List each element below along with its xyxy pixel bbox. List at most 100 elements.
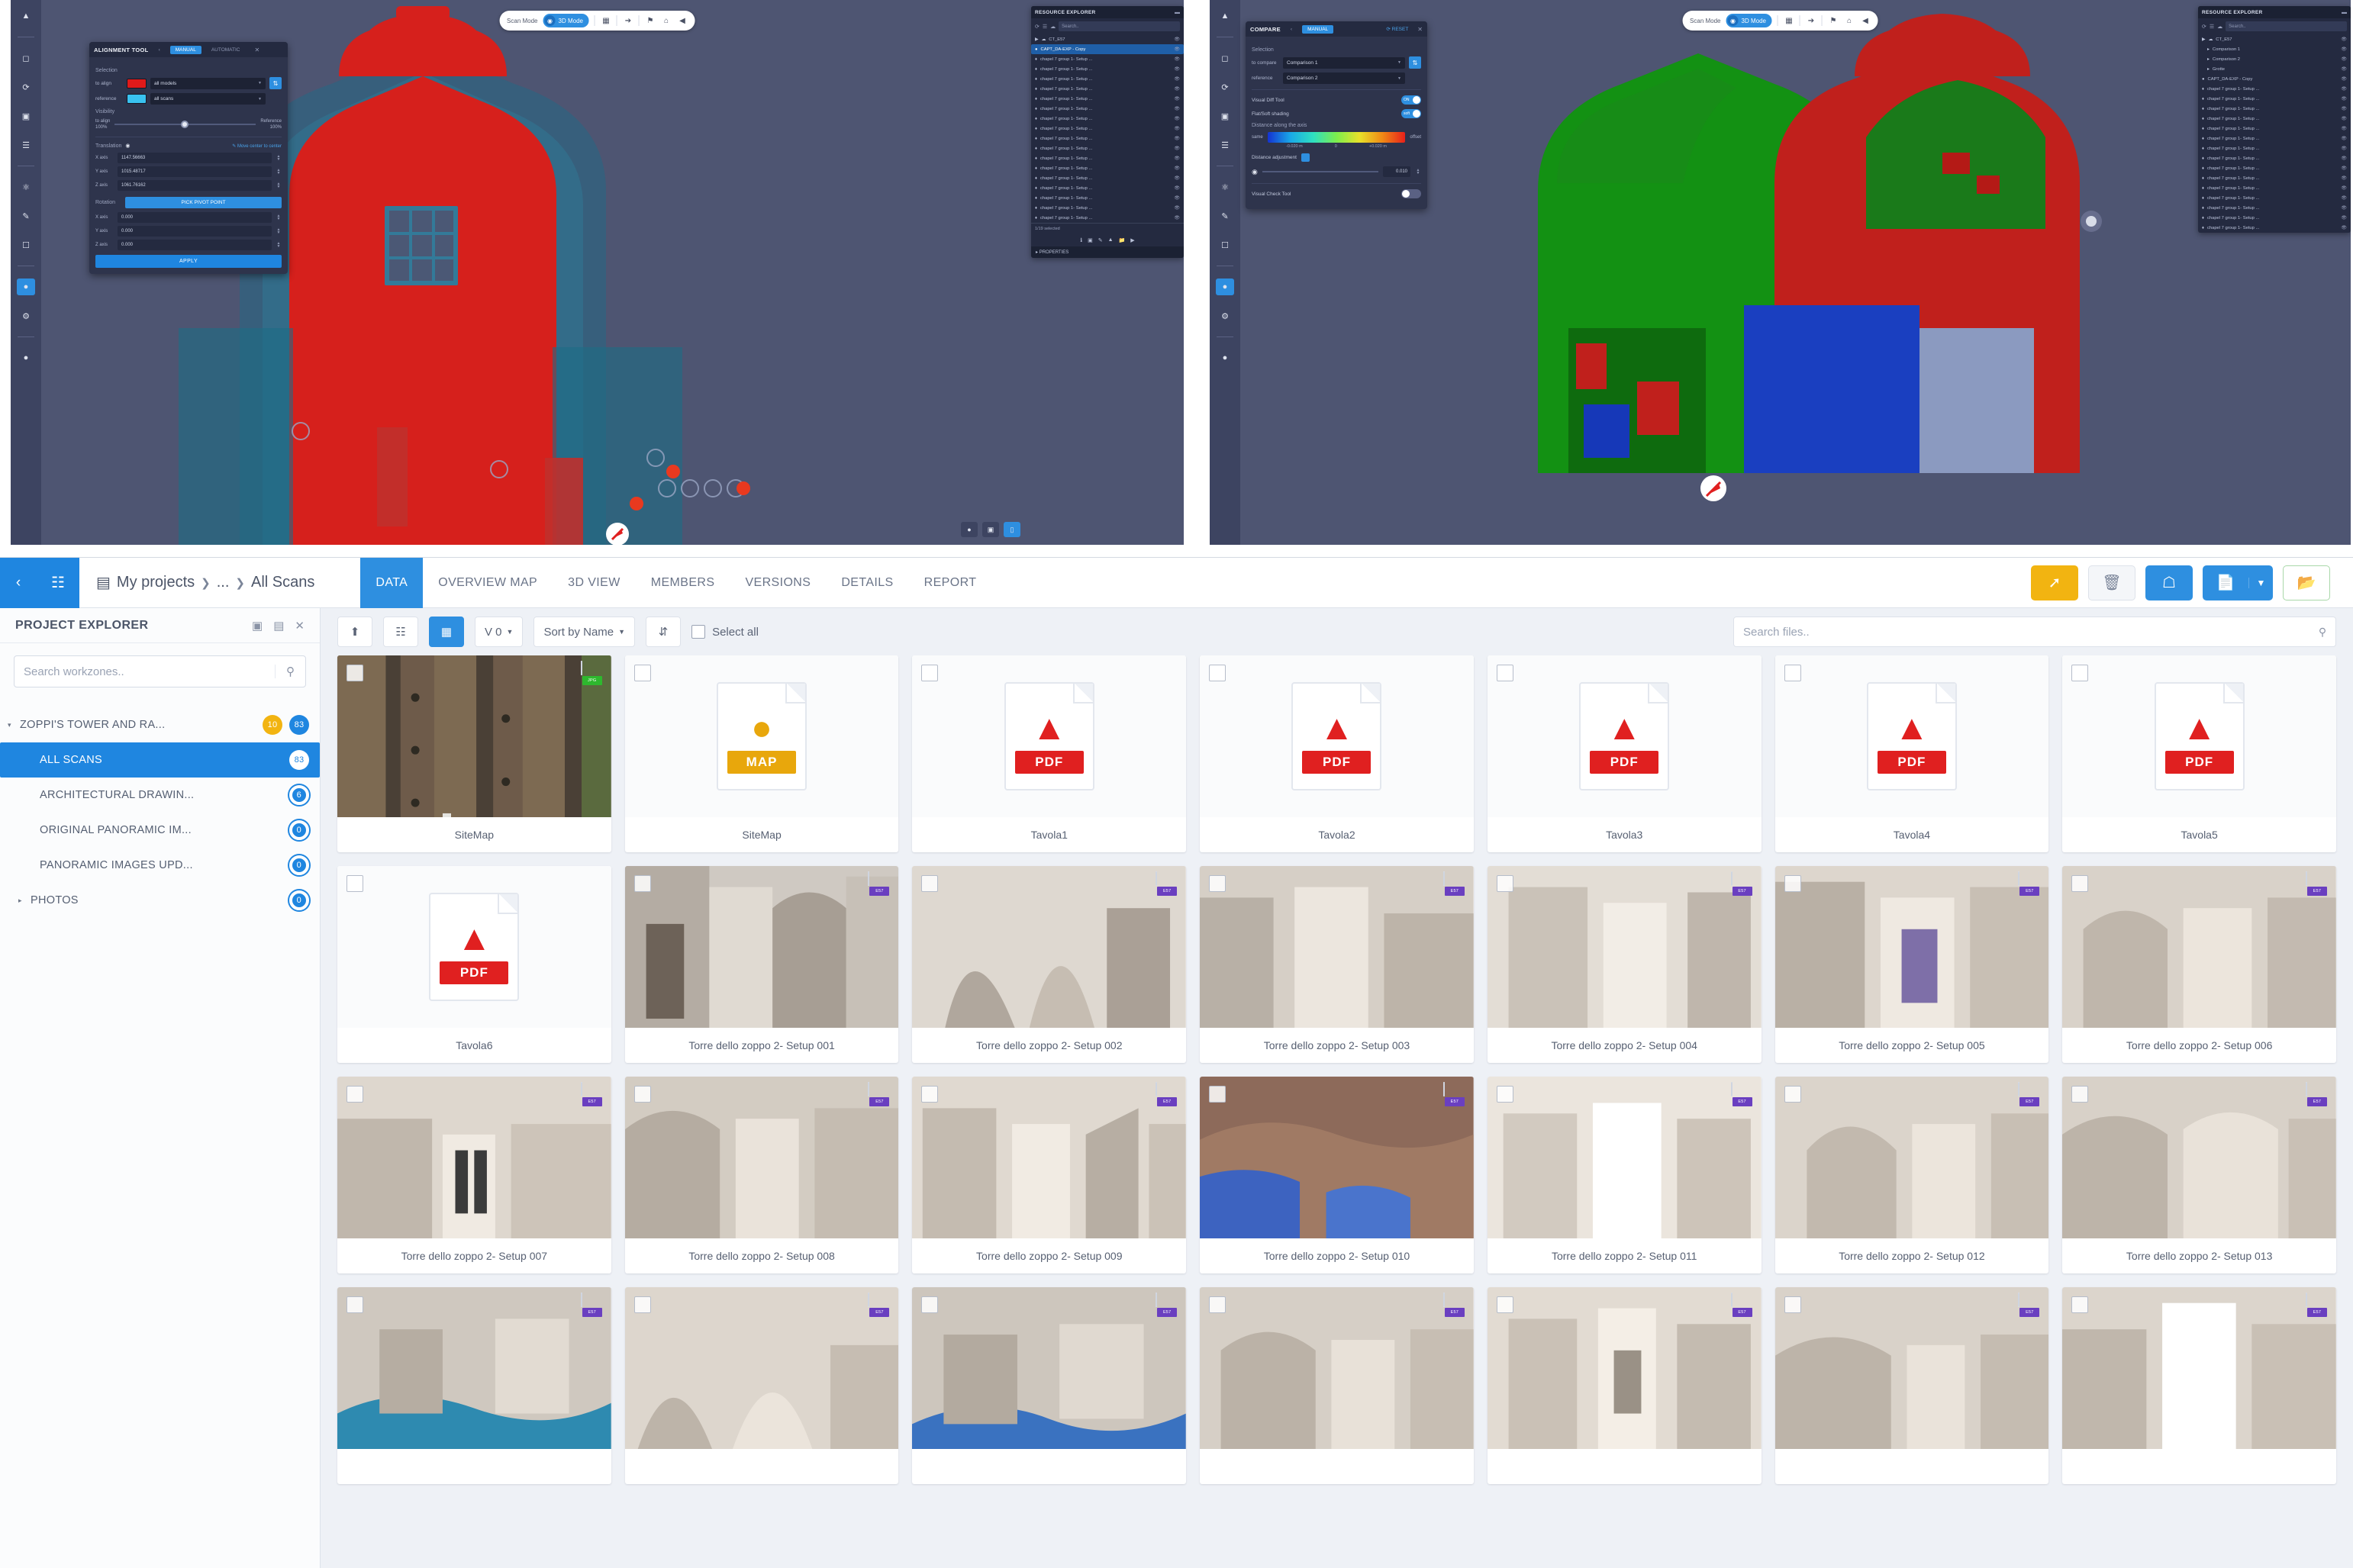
tab-report[interactable]: REPORT bbox=[909, 558, 992, 608]
eye-icon[interactable]: 👁 bbox=[1174, 66, 1180, 72]
flat-soft-toggle[interactable]: soft bbox=[1401, 109, 1421, 118]
resource-item[interactable]: ♦chapel 7 group 1- Setup ...👁 bbox=[2198, 213, 2351, 223]
file-thumbnail[interactable]: ▲ PDF bbox=[2062, 655, 2336, 817]
resource-item[interactable]: ♦chapel 7 group 1- Setup ...👁 bbox=[2198, 223, 2351, 233]
apply-button[interactable]: APPLY bbox=[95, 255, 282, 268]
file-card[interactable]: ● MAP SiteMap bbox=[625, 655, 899, 852]
tab-versions[interactable]: VERSIONS bbox=[730, 558, 826, 608]
file-checkbox[interactable] bbox=[634, 665, 651, 681]
file-card[interactable]: E57 bbox=[912, 1287, 1186, 1484]
workzone-search-input[interactable]: Search workzones.. bbox=[15, 665, 275, 678]
sidebar-item-original-panoramic-images[interactable]: ORIGINAL PANORAMIC IM... 0 bbox=[0, 813, 320, 848]
to-compare-select[interactable]: Comparison 1 ▼ bbox=[1283, 57, 1405, 69]
stepper-icon[interactable]: ▲▼ bbox=[1415, 169, 1421, 175]
mode-toggle[interactable]: ◉ 3D Mode bbox=[543, 14, 589, 27]
eye-icon[interactable]: 👁 bbox=[2341, 47, 2347, 52]
viewport-alignment[interactable]: ▲ ◻ ⟳ ▣ ☰ ⚛ ✎ ☐ ● ⚙ ● Scan Mode ◉ 3D Mod… bbox=[11, 0, 1184, 545]
file-card[interactable]: E57 Torre dello zoppo 2- Setup 006 bbox=[2062, 866, 2336, 1063]
mode-toggle[interactable]: ◉ 3D Mode bbox=[1726, 14, 1772, 27]
file-thumbnail[interactable]: ▲ PDF bbox=[1488, 655, 1762, 817]
measure-tool-icon[interactable]: ✎ bbox=[17, 208, 35, 224]
sidebar-item-photos[interactable]: ▸ PHOTOS 0 bbox=[0, 883, 320, 918]
file-thumbnail[interactable]: ▲ PDF bbox=[912, 655, 1186, 817]
eye-icon[interactable]: 👁 bbox=[2341, 37, 2347, 42]
file-thumbnail[interactable]: JPG bbox=[337, 655, 611, 817]
resource-explorer-right[interactable]: RESOURCE EXPLORER ▬ ⟳ ☰ ☁ Search.. ▶ ☁ C… bbox=[2198, 6, 2351, 233]
file-thumbnail[interactable]: E57 bbox=[2062, 1287, 2336, 1449]
resource-item[interactable]: ♦chapel 7 group 1- Setup ...👁 bbox=[1031, 104, 1184, 114]
resource-item[interactable]: ♦chapel 7 group 1- Setup ...👁 bbox=[1031, 114, 1184, 124]
file-card[interactable]: E57 Torre dello zoppo 2- Setup 007 bbox=[337, 1077, 611, 1273]
resource-item[interactable]: ▸Comparison 2👁 bbox=[2198, 54, 2351, 64]
eye-icon[interactable]: 👁 bbox=[1174, 47, 1180, 52]
eye-icon[interactable]: 👁 bbox=[2341, 156, 2347, 161]
resource-search-row[interactable]: ⟳ ☰ ☁ Search.. bbox=[2198, 18, 2351, 34]
eye-icon[interactable]: 👁 bbox=[2341, 96, 2347, 101]
file-checkbox[interactable] bbox=[1209, 1296, 1226, 1313]
reset-button[interactable]: ⟳ RESET bbox=[1386, 26, 1408, 32]
sort-select[interactable]: Sort by Name ▼ bbox=[533, 617, 635, 647]
swap-selection-button[interactable]: ⇅ bbox=[1409, 56, 1421, 69]
eye-icon[interactable]: 👁 bbox=[1174, 215, 1180, 221]
stepper-icon[interactable]: ▲▼ bbox=[276, 169, 282, 175]
visibility-slider-row[interactable]: to align100% Reference100% bbox=[95, 118, 282, 130]
translation-y-row[interactable]: Y axis 1015.48717 ▲▼ bbox=[95, 166, 282, 177]
eye-icon[interactable]: 👁 bbox=[2341, 86, 2347, 92]
close-icon[interactable]: ✕ bbox=[295, 619, 305, 633]
file-thumbnail[interactable]: E57 bbox=[1488, 1287, 1762, 1449]
file-thumbnail[interactable]: E57 bbox=[1775, 1077, 2049, 1238]
sidebar-item-zoppis-tower[interactable]: ▾ ZOPPI'S TOWER AND RA... 10 83 bbox=[0, 707, 320, 742]
camera-tool-icon[interactable]: ▣ bbox=[1216, 108, 1234, 124]
flat-soft-row[interactable]: Flat/Soft shading soft bbox=[1252, 109, 1421, 118]
resource-tree-root[interactable]: ▶ ☁ CT_E57 👁 bbox=[1031, 34, 1184, 44]
file-checkbox[interactable] bbox=[634, 1296, 651, 1313]
translation-x-input[interactable]: 1147.56663 bbox=[118, 153, 272, 163]
reference-select[interactable]: Comparison 2 ▼ bbox=[1283, 72, 1405, 84]
visual-diff-toggle[interactable]: ON bbox=[1401, 95, 1421, 105]
distance-adjustment-checkbox[interactable] bbox=[1301, 153, 1310, 162]
measure-tool-icon[interactable]: ✎ bbox=[1216, 208, 1234, 224]
file-card[interactable]: E57 bbox=[1775, 1287, 2049, 1484]
eye-icon[interactable]: 👁 bbox=[1174, 136, 1180, 141]
reference-select[interactable]: all scans ▼ bbox=[150, 93, 266, 105]
file-checkbox[interactable] bbox=[347, 1086, 363, 1103]
grid-snap-icon[interactable]: ▦ bbox=[1784, 17, 1794, 25]
resource-search-input[interactable]: Search.. bbox=[2226, 21, 2347, 31]
filter-icon[interactable]: ☰ bbox=[2210, 24, 2214, 30]
file-card[interactable]: E57 Torre dello zoppo 2- Setup 005 bbox=[1775, 866, 2049, 1063]
close-icon[interactable]: ✕ bbox=[1417, 26, 1423, 33]
delete-button[interactable]: 🗑 bbox=[2088, 565, 2135, 600]
distance-slider-track[interactable] bbox=[1262, 171, 1378, 172]
file-checkbox[interactable] bbox=[347, 875, 363, 892]
resource-item[interactable]: ♦chapel 7 group 1- Setup ...👁 bbox=[2198, 153, 2351, 163]
eye-icon[interactable]: 👁 bbox=[2341, 116, 2347, 121]
collapse-icon[interactable]: ▣ bbox=[252, 619, 263, 633]
resource-item[interactable]: ♦chapel 7 group 1- Setup ...👁 bbox=[1031, 54, 1184, 64]
file-checkbox[interactable] bbox=[921, 1086, 938, 1103]
resource-item[interactable]: ♦chapel 7 group 1- Setup ...👁 bbox=[2198, 94, 2351, 104]
eye-icon[interactable]: 👁 bbox=[1174, 146, 1180, 151]
visibility-slider-knob[interactable] bbox=[181, 121, 189, 128]
align-tool-icon[interactable]: ⚛ bbox=[1216, 179, 1234, 195]
to-compare-row[interactable]: to compare Comparison 1 ▼ ⇅ bbox=[1252, 56, 1421, 69]
tab-data[interactable]: DATA bbox=[360, 558, 423, 608]
scan-mode-bar-left[interactable]: Scan Mode ◉ 3D Mode ▦ ➔ ⚑ ⌂ ◀ bbox=[499, 11, 695, 31]
resource-item[interactable]: ♦chapel 7 group 1- Setup ...👁 bbox=[1031, 183, 1184, 193]
resource-item[interactable]: ♦chapel 7 group 1- Setup ...👁 bbox=[2198, 84, 2351, 94]
home-icon[interactable]: ⌂ bbox=[1844, 17, 1855, 25]
file-card[interactable]: E57 Torre dello zoppo 2- Setup 003 bbox=[1200, 866, 1474, 1063]
stepper-icon[interactable]: ▲▼ bbox=[276, 214, 282, 221]
eye-icon[interactable]: 👁 bbox=[1174, 195, 1180, 201]
visual-diff-row[interactable]: Visual Diff Tool ON bbox=[1252, 95, 1421, 105]
file-card[interactable]: E57 Torre dello zoppo 2- Setup 001 bbox=[625, 866, 899, 1063]
file-checkbox[interactable] bbox=[1784, 875, 1801, 892]
eye-icon[interactable]: 👁 bbox=[2341, 136, 2347, 141]
eye-icon[interactable]: 👁 bbox=[2341, 76, 2347, 82]
file-checkbox[interactable] bbox=[921, 1296, 938, 1313]
move-center-link[interactable]: ✎ Move center to center bbox=[232, 143, 282, 149]
file-thumbnail[interactable]: E57 bbox=[912, 866, 1186, 1028]
rotation-x-row[interactable]: X axis 0.000 ▲▼ bbox=[95, 212, 282, 223]
compare-tool-panel[interactable]: COMPARE ‹ MANUAL ⟳ RESET ✕ Selection to … bbox=[1246, 21, 1427, 209]
file-card[interactable]: ▲ PDF Tavola1 bbox=[912, 655, 1186, 852]
file-card[interactable]: E57 Torre dello zoppo 2- Setup 009 bbox=[912, 1077, 1186, 1273]
